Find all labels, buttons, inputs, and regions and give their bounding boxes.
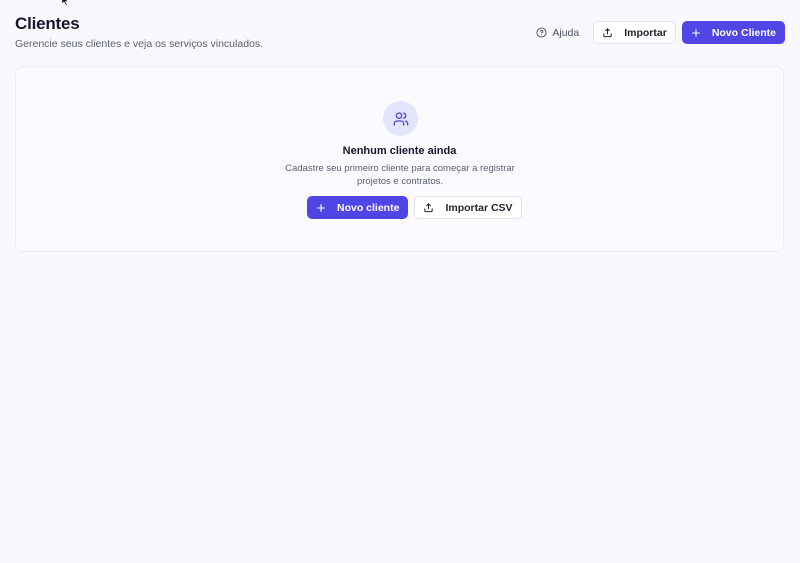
plus-icon xyxy=(317,203,325,212)
page-title: Clientes xyxy=(15,14,80,33)
plus-icon xyxy=(691,28,700,37)
empty-state-icon-circle xyxy=(383,101,418,136)
help-button[interactable]: Ajuda xyxy=(530,21,587,44)
new-client-button[interactable]: Novo Cliente xyxy=(681,21,785,44)
header-actions: Ajuda Importar Novo Cliente xyxy=(530,21,785,44)
import-button-label: Importar xyxy=(624,26,667,39)
page-subtitle: Gerencie seus clientes e veja os serviço… xyxy=(15,38,264,50)
upload-icon xyxy=(424,203,434,213)
import-button[interactable]: Importar xyxy=(593,21,676,44)
import-csv-label: Importar CSV xyxy=(445,201,513,214)
import-csv-button[interactable]: Importar CSV xyxy=(414,196,522,219)
empty-state-actions: Novo cliente Importar CSV xyxy=(307,196,522,219)
users-icon xyxy=(393,111,408,126)
empty-state-card: Nenhum cliente ainda Cadastre seu primei… xyxy=(15,66,784,252)
empty-state-description: Cadastre seu primeiro cliente para começ… xyxy=(285,163,515,187)
empty-state-title: Nenhum cliente ainda xyxy=(342,145,457,157)
page-header: Clientes Gerencie seus clientes e veja o… xyxy=(15,0,785,60)
new-client-button-label: Novo Cliente xyxy=(711,26,776,39)
help-button-label: Ajuda xyxy=(552,26,580,39)
help-circle-icon xyxy=(536,27,547,38)
empty-new-client-button[interactable]: Novo cliente xyxy=(307,196,409,219)
empty-new-client-label: Novo cliente xyxy=(337,201,400,214)
upload-icon xyxy=(603,28,612,38)
